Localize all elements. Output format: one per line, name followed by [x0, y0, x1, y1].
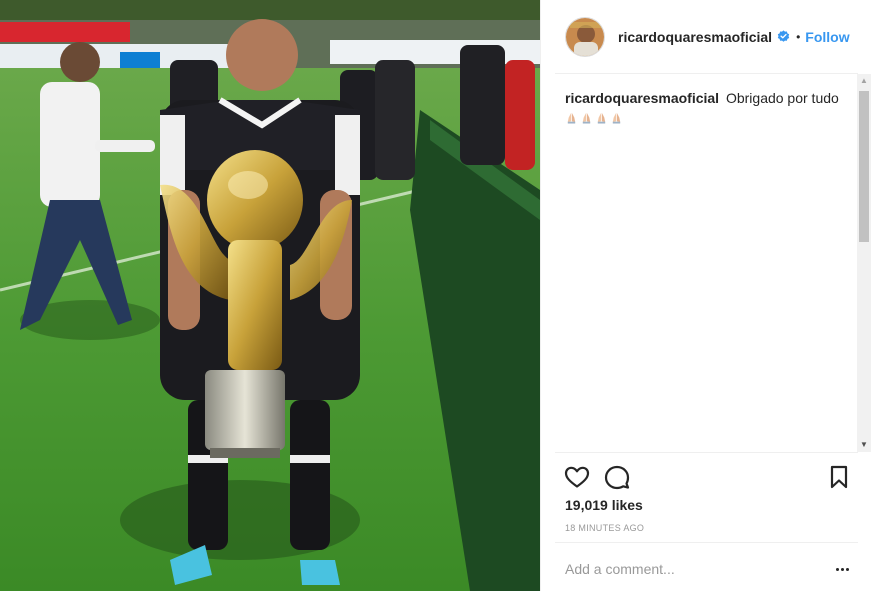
save-button[interactable]: [825, 463, 853, 491]
caption-text: Obrigado por tudo: [725, 90, 839, 106]
comment-bubble-icon: [604, 465, 630, 490]
username-link[interactable]: ricardoquaresmaoficial: [618, 29, 772, 45]
add-comment-input[interactable]: [565, 558, 805, 580]
more-dot: [836, 567, 839, 571]
post-header: ricardoquaresmaoficial • Follow: [541, 0, 871, 73]
scroll-thumb[interactable]: [859, 91, 869, 242]
comments-scrollbar[interactable]: ▲ ▼: [857, 74, 871, 452]
verified-badge-icon: [777, 30, 790, 43]
scroll-up-arrow-icon[interactable]: ▲: [857, 74, 871, 88]
post-sidebar: ricardoquaresmaoficial • Follow ricardoq…: [540, 0, 871, 591]
post-timestamp[interactable]: 18 MINUTES AGO: [565, 523, 644, 533]
more-dot: [846, 567, 849, 571]
folded-hands-icon: [582, 112, 591, 124]
avatar-image: [566, 17, 604, 56]
folded-hands-icon: [612, 112, 621, 124]
comment-button[interactable]: [603, 463, 631, 491]
actions-divider: [555, 452, 858, 453]
trophy-photo-illustration: [0, 0, 540, 591]
caption-emoji-row: [565, 111, 848, 124]
avatar[interactable]: [565, 16, 605, 57]
post-actions: [563, 463, 853, 491]
follow-button[interactable]: Follow: [805, 29, 849, 45]
caption-username-link[interactable]: ricardoquaresmaoficial: [565, 90, 719, 106]
heart-icon: [564, 466, 590, 488]
bookmark-icon: [830, 465, 848, 489]
caption-comment: ricardoquaresmaoficial Obrigado por tudo: [555, 74, 858, 124]
comments-list: ricardoquaresmaoficial Obrigado por tudo: [555, 74, 858, 452]
like-button[interactable]: [563, 463, 591, 491]
header-separator: •: [796, 29, 801, 44]
folded-hands-icon: [567, 112, 576, 124]
post-photo[interactable]: [0, 0, 540, 591]
comment-divider: [555, 542, 858, 543]
folded-hands-icon: [597, 112, 606, 124]
likes-count[interactable]: 19,019 likes: [565, 497, 643, 513]
more-options-icon[interactable]: [836, 561, 854, 577]
more-dot: [841, 567, 844, 571]
scroll-down-arrow-icon[interactable]: ▼: [857, 438, 871, 452]
